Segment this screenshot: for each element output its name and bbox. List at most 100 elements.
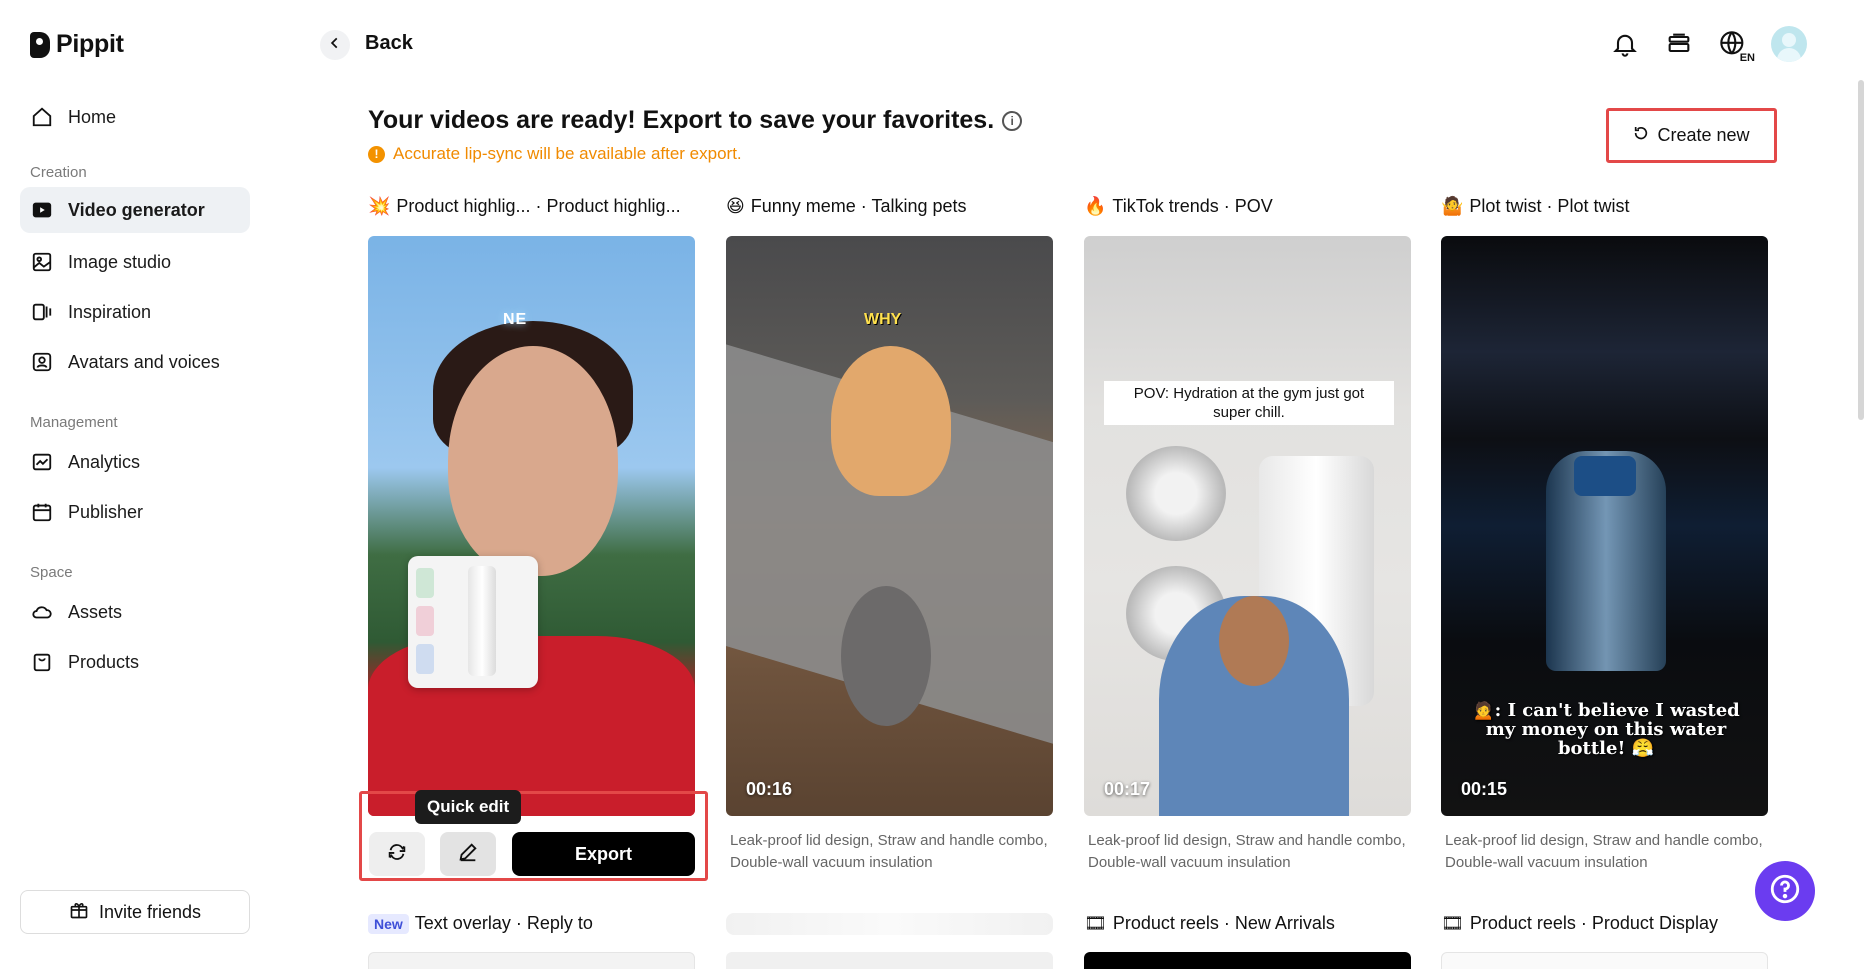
gift-icon bbox=[69, 900, 89, 925]
sidebar-item-analytics[interactable]: Analytics bbox=[20, 439, 250, 485]
thumbnail-art bbox=[1126, 446, 1226, 541]
card-title-text: Funny meme · Talking pets bbox=[750, 196, 967, 216]
card-title: 🎞 Product reels · Product Display bbox=[1441, 913, 1718, 934]
calendar-icon bbox=[30, 500, 54, 524]
pippit-logo-icon bbox=[30, 31, 50, 58]
back-label[interactable]: Back bbox=[365, 32, 413, 55]
sidebar-item-label: Home bbox=[68, 106, 117, 127]
create-new-label: Create new bbox=[1657, 125, 1750, 145]
pippit-logo[interactable]: Pippit bbox=[30, 30, 124, 59]
quick-edit-button[interactable] bbox=[440, 832, 496, 876]
video-caption: 🙍: I can't believe I wasted my money on … bbox=[1472, 700, 1740, 759]
language-icon[interactable]: EN bbox=[1717, 28, 1755, 64]
film-icon: 🎞 bbox=[1441, 913, 1464, 933]
section-label-creation: Creation bbox=[30, 164, 87, 181]
card-title: 😆 Funny meme · Talking pets bbox=[726, 196, 967, 217]
sidebar-item-publisher[interactable]: Publisher bbox=[20, 489, 250, 535]
video-thumbnail[interactable] bbox=[726, 952, 1053, 969]
card-title-text: Product highlig... · Product highlig... bbox=[396, 196, 681, 216]
card-title: 💥 Product highlig... · Product highlig..… bbox=[368, 196, 681, 217]
sidebar-item-label: Publisher bbox=[68, 501, 144, 522]
back-button[interactable] bbox=[320, 30, 350, 60]
sidebar-item-label: Inspiration bbox=[68, 301, 152, 322]
refresh-icon bbox=[1633, 125, 1649, 146]
invite-friends-label: Invite friends bbox=[98, 901, 202, 922]
card-title: 🔥 TikTok trends · POV bbox=[1084, 196, 1273, 217]
sidebar-item-inspiration[interactable]: Inspiration bbox=[20, 289, 250, 335]
top-toolbar: EN bbox=[1609, 26, 1807, 64]
regenerate-icon bbox=[386, 841, 408, 868]
info-icon[interactable]: i bbox=[1002, 110, 1023, 131]
video-duration: 00:15 bbox=[1461, 779, 1508, 799]
new-badge: New bbox=[368, 913, 409, 934]
card-title: 🤷 Plot twist · Plot twist bbox=[1441, 196, 1629, 217]
sidebar-item-label: Assets bbox=[68, 601, 123, 622]
video-overlay-text: NE bbox=[503, 311, 528, 328]
video-thumbnail[interactable]: NE bbox=[368, 236, 695, 816]
regenerate-button[interactable] bbox=[369, 832, 425, 876]
video-thumbnail[interactable]: For Eas POV: Hydration at the gym just g… bbox=[1084, 236, 1411, 816]
video-thumbnail[interactable]: WHY 00:16 bbox=[726, 236, 1053, 816]
page-title: Your videos are ready! Export to save yo… bbox=[368, 106, 1023, 135]
loading-placeholder bbox=[726, 913, 1053, 935]
film-icon: 🎞 bbox=[1084, 913, 1107, 933]
warning-icon: ! bbox=[368, 145, 385, 163]
sidebar-item-video-generator[interactable]: Video generator bbox=[20, 187, 250, 233]
sidebar-item-home[interactable]: Home bbox=[20, 94, 250, 140]
create-new-button[interactable]: Create new bbox=[1619, 113, 1764, 158]
thumbnail-art bbox=[448, 346, 618, 576]
chevron-left-icon bbox=[328, 36, 342, 55]
video-description: Leak-proof lid design, Straw and handle … bbox=[1445, 832, 1763, 871]
thumbnail-art bbox=[468, 566, 496, 676]
video-duration: 00:17 bbox=[1104, 779, 1151, 799]
help-button[interactable] bbox=[1755, 861, 1815, 921]
scrollbar[interactable] bbox=[1857, 80, 1865, 420]
card-title-text: Product reels · Product Display bbox=[1469, 913, 1718, 933]
thumbnail-art bbox=[841, 586, 931, 726]
laugh-icon: 😆 bbox=[726, 196, 745, 216]
user-avatar[interactable] bbox=[1771, 26, 1807, 62]
language-code: EN bbox=[1739, 52, 1755, 64]
sidebar-item-products[interactable]: Products bbox=[20, 639, 250, 685]
sidebar-item-assets[interactable]: Assets bbox=[20, 589, 250, 635]
credits-icon[interactable] bbox=[1663, 28, 1695, 60]
lip-sync-warning: ! Accurate lip-sync will be available af… bbox=[368, 144, 742, 164]
video-thumbnail[interactable]: 🙍: I can't believe I wasted my money on … bbox=[1441, 236, 1768, 816]
thumbnail-art bbox=[1219, 596, 1289, 686]
app-name: Pippit bbox=[56, 30, 124, 58]
sidebar-item-avatars-and-voices[interactable]: Avatars and voices bbox=[20, 339, 250, 385]
section-label-management: Management bbox=[30, 414, 118, 431]
export-button[interactable]: Export bbox=[512, 832, 695, 876]
card-title: 🎞 Product reels · New Arrivals bbox=[1084, 913, 1335, 934]
section-label-space: Space bbox=[30, 564, 73, 581]
thumbnail-art bbox=[416, 568, 434, 598]
invite-friends-button[interactable]: Invite friends bbox=[20, 890, 250, 934]
video-overlay-text: WHY bbox=[864, 311, 902, 328]
video-thumbnail[interactable] bbox=[1084, 952, 1411, 969]
avatar-icon bbox=[30, 350, 54, 374]
question-icon bbox=[1768, 872, 1802, 911]
video-caption: POV: Hydration at the gym just got super… bbox=[1104, 381, 1394, 425]
fire-icon: 🔥 bbox=[1084, 196, 1107, 216]
video-icon bbox=[30, 198, 54, 222]
card-title-text: TikTok trends · POV bbox=[1112, 196, 1273, 216]
pencil-icon bbox=[457, 841, 479, 868]
warning-text: Accurate lip-sync will be available afte… bbox=[393, 144, 742, 163]
sidebar-item-label: Analytics bbox=[68, 451, 141, 472]
thumbnail-art bbox=[831, 346, 951, 496]
card-title-text: Text overlay · Reply to bbox=[414, 913, 593, 933]
create-new-highlight: Create new bbox=[1606, 108, 1777, 163]
bell-icon[interactable] bbox=[1609, 28, 1641, 60]
thumbnail-art bbox=[416, 606, 434, 636]
video-description: Leak-proof lid design, Straw and handle … bbox=[1088, 832, 1406, 871]
video-thumbnail[interactable] bbox=[1441, 952, 1768, 969]
video-thumbnail[interactable] bbox=[368, 952, 695, 969]
inspiration-icon bbox=[30, 300, 54, 324]
cloud-icon bbox=[30, 600, 54, 624]
scrollbar-thumb[interactable] bbox=[1858, 80, 1864, 420]
analytics-icon bbox=[30, 450, 54, 474]
sidebar-item-image-studio[interactable]: Image studio bbox=[20, 239, 250, 285]
sidebar-item-label: Avatars and voices bbox=[68, 351, 220, 372]
card-title: New Text overlay · Reply to bbox=[368, 913, 593, 934]
quick-edit-tooltip: Quick edit bbox=[415, 790, 522, 824]
